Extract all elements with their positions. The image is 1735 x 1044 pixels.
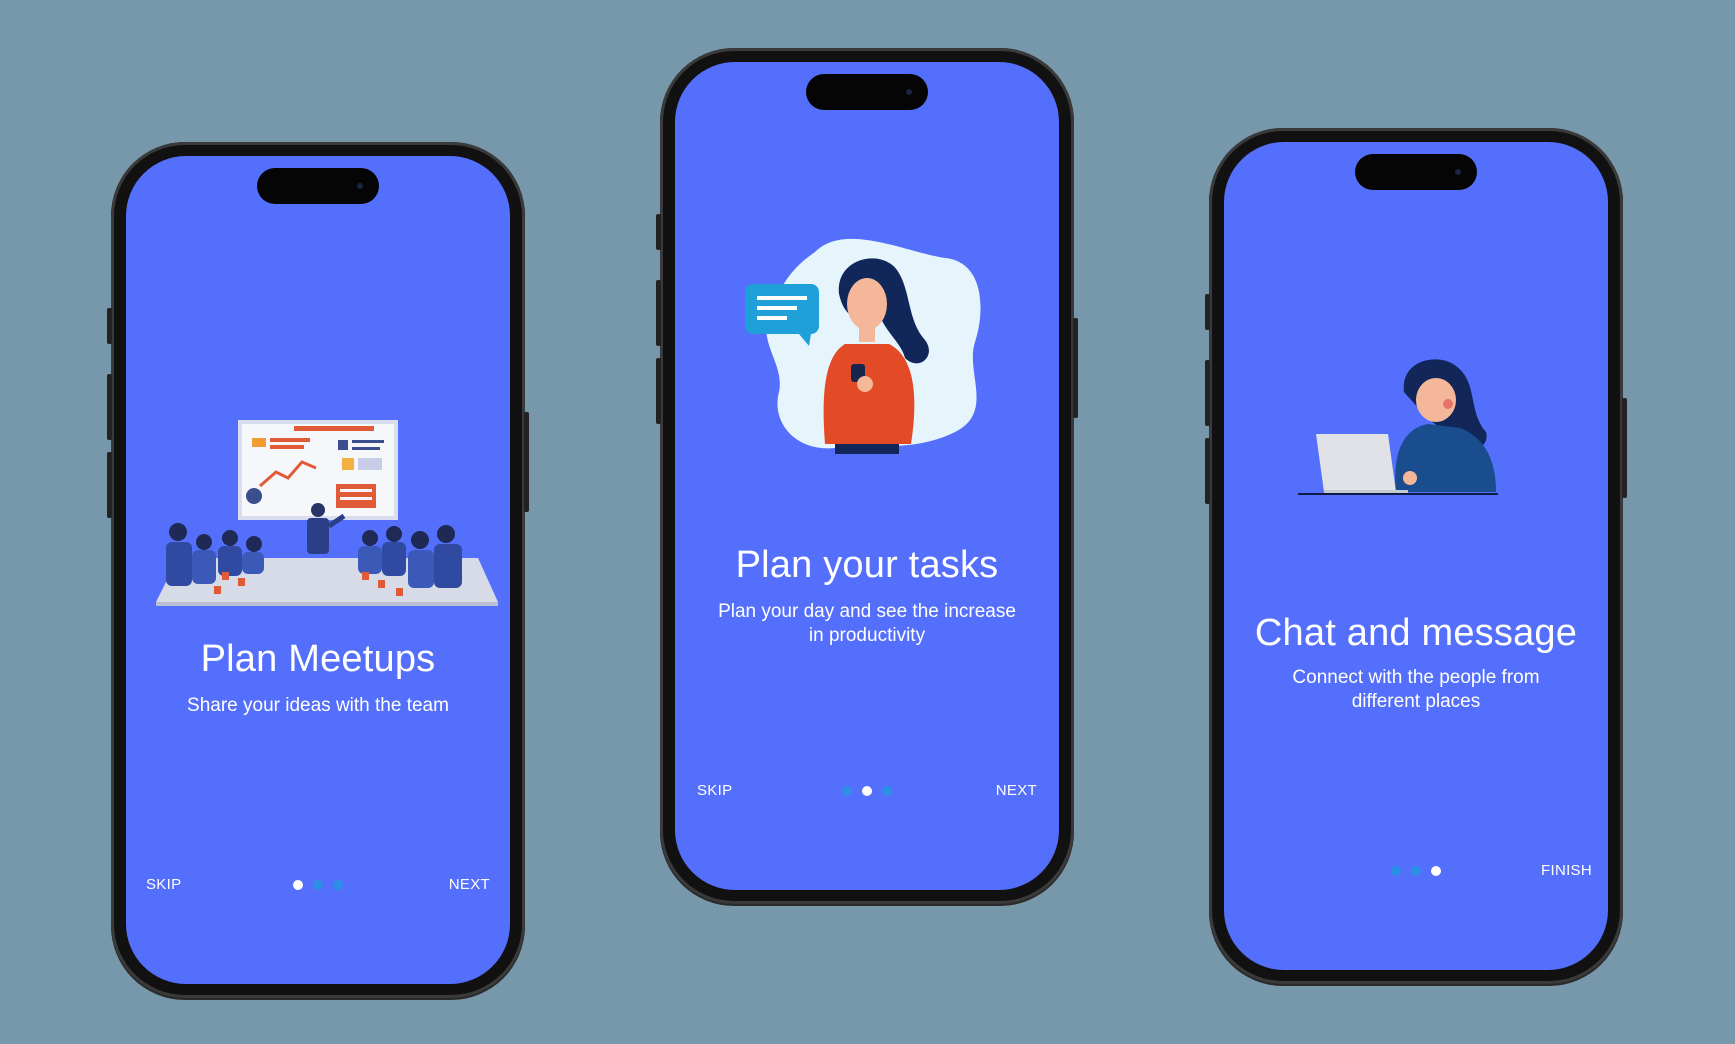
page-dot-2[interactable] bbox=[862, 786, 872, 796]
page-subtitle: Connect with the people from different p… bbox=[1292, 667, 1540, 712]
dynamic-island bbox=[1355, 154, 1477, 190]
page-title: Plan Meetups bbox=[200, 638, 436, 680]
page-subtitle: Share your ideas with the team bbox=[187, 695, 449, 716]
page-dot-2[interactable] bbox=[313, 880, 323, 890]
page-subtitle: Plan your day and see the increase in pr… bbox=[718, 601, 1016, 646]
dynamic-island bbox=[257, 168, 379, 204]
onboarding-screen-3: Chat and message Connect with the people… bbox=[1224, 142, 1608, 970]
onboarding-screen-2: Plan your tasks Plan your day and see th… bbox=[675, 62, 1059, 890]
phone-frame-2: Plan your tasks Plan your day and see th… bbox=[656, 48, 1078, 904]
page-title: Plan your tasks bbox=[735, 544, 999, 586]
finish-button[interactable]: FINISH bbox=[1541, 862, 1592, 879]
page-dot-1[interactable] bbox=[293, 880, 303, 890]
next-button[interactable]: NEXT bbox=[449, 876, 490, 893]
page-dot-3[interactable] bbox=[333, 880, 343, 890]
woman-phone-chat-illustration bbox=[745, 238, 981, 454]
onboarding-screen-1: Plan Meetups Share your ideas with the t… bbox=[126, 156, 510, 984]
page-dot-1[interactable] bbox=[1391, 866, 1401, 876]
phone-frame-3: Chat and message Connect with the people… bbox=[1205, 128, 1627, 984]
woman-laptop-call-illustration bbox=[1298, 359, 1498, 495]
page-dot-3[interactable] bbox=[882, 786, 892, 796]
page-dot-1[interactable] bbox=[842, 786, 852, 796]
page-dot-2[interactable] bbox=[1411, 866, 1421, 876]
page-title: Chat and message bbox=[1254, 612, 1578, 654]
next-button[interactable]: NEXT bbox=[996, 782, 1037, 799]
page-dot-3[interactable] bbox=[1431, 866, 1441, 876]
dynamic-island bbox=[806, 74, 928, 110]
phone-frame-1: Plan Meetups Share your ideas with the t… bbox=[107, 142, 529, 998]
team-meeting-illustration bbox=[156, 420, 498, 606]
